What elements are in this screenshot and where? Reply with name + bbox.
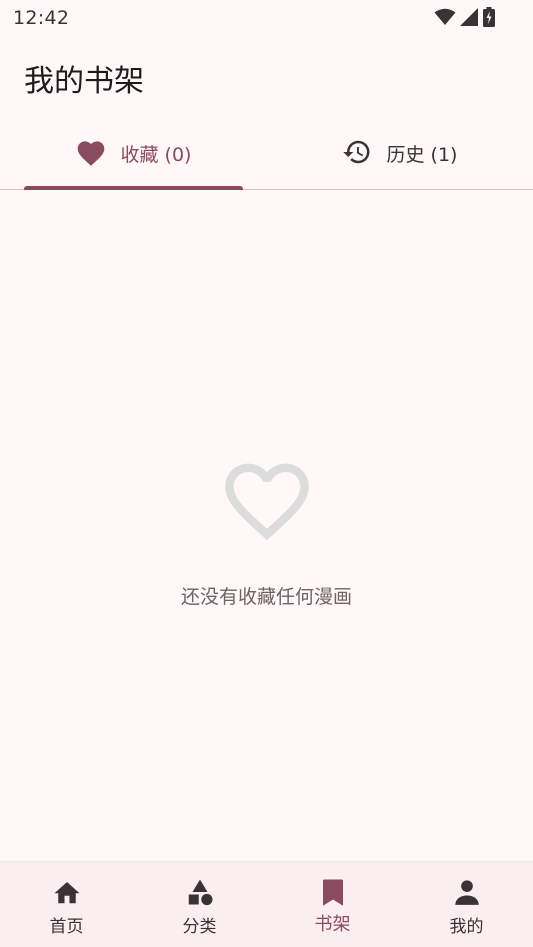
heart-filled-icon (75, 137, 107, 171)
nav-label-bookshelf: 书架 (314, 914, 351, 935)
battery-icon (483, 7, 495, 27)
heart-outline-icon (217, 450, 317, 548)
cell-signal-icon (460, 8, 479, 26)
bookshelf-screen: 12:42 我的书架 收藏 (0) 历史 (1) 还没有收藏任何漫画 首页 分类… (0, 0, 533, 947)
person-icon (453, 877, 481, 907)
history-icon (341, 137, 373, 171)
page-title: 我的书架 (24, 64, 144, 99)
nav-item-category[interactable]: 分类 (133, 862, 266, 947)
nav-item-home[interactable]: 首页 (0, 862, 133, 947)
tab-history[interactable]: 历史 (1) (266, 118, 532, 189)
tab-favorites-label: 收藏 (0) (120, 144, 192, 166)
nav-label-mine: 我的 (449, 917, 484, 937)
nav-item-mine[interactable]: 我的 (400, 862, 533, 947)
tab-history-label: 历史 (1) (386, 144, 458, 166)
nav-item-bookshelf[interactable]: 书架 (266, 862, 399, 947)
empty-state: 还没有收藏任何漫画 (0, 450, 533, 609)
bookmark-icon (320, 877, 346, 907)
status-bar: 12:42 (0, 0, 533, 36)
category-icon (185, 877, 215, 907)
tab-favorites[interactable]: 收藏 (0) (0, 118, 266, 190)
wifi-icon (434, 8, 456, 26)
nav-label-category: 分类 (182, 917, 217, 937)
tab-selected-indicator (24, 186, 243, 190)
nav-label-home: 首页 (49, 917, 84, 937)
status-icons (434, 7, 495, 27)
status-time: 12:42 (13, 7, 70, 29)
empty-message: 还没有收藏任何漫画 (180, 586, 352, 608)
home-icon (52, 877, 82, 907)
bottom-navigation: 首页 分类 书架 我的 (0, 861, 533, 947)
shelf-tabs: 收藏 (0) 历史 (1) (0, 118, 533, 190)
